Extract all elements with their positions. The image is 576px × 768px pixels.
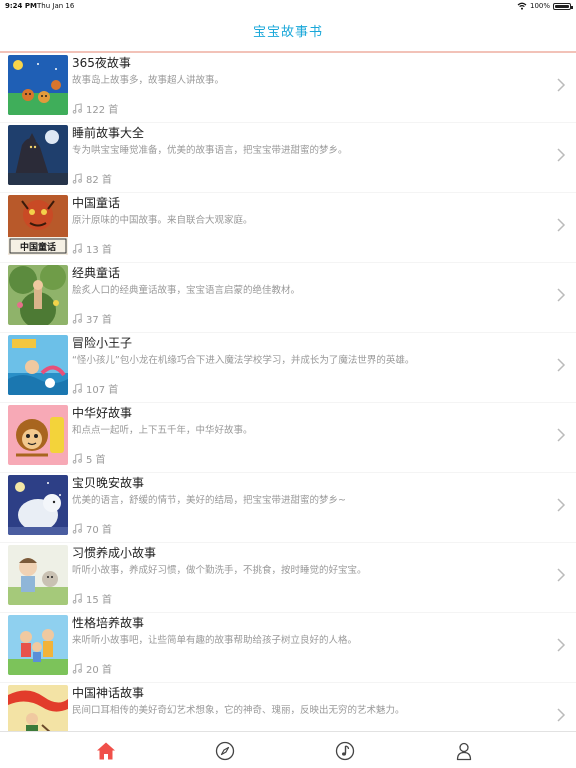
music-note-icon bbox=[72, 313, 82, 324]
music-note-icon bbox=[72, 173, 82, 184]
chevron-right-icon bbox=[557, 638, 566, 652]
book-title: 中国神话故事 bbox=[72, 686, 145, 700]
chevron-right-icon bbox=[557, 708, 566, 722]
music-note-icon bbox=[72, 383, 82, 394]
book-title: 宝贝晚安故事 bbox=[72, 476, 145, 490]
book-title: 性格培养故事 bbox=[72, 616, 145, 630]
music-note-icon bbox=[335, 741, 355, 761]
book-cover-image bbox=[8, 615, 68, 675]
book-title: 冒险小王子 bbox=[72, 336, 133, 350]
book-title: 习惯养成小故事 bbox=[72, 546, 157, 560]
chevron-right-icon bbox=[557, 568, 566, 582]
chevron-right-icon bbox=[557, 148, 566, 162]
book-row-myth[interactable]: 中国神话故事 民间口耳相传的美好奇幻艺术想象，它的神奇、瑰丽，反映出无穷的艺术魅… bbox=[0, 683, 576, 731]
track-count: 82 首 bbox=[72, 171, 112, 186]
wifi-icon bbox=[517, 2, 527, 10]
track-count: 122 首 bbox=[72, 101, 118, 116]
book-description: 和点点一起听，上下五千年，中华好故事。 bbox=[72, 425, 253, 436]
book-description: 专为哄宝宝睡觉准备，优美的故事语言，把宝宝带进甜蜜的梦乡。 bbox=[72, 145, 348, 156]
chevron-right-icon bbox=[557, 358, 566, 372]
music-note-icon bbox=[72, 243, 82, 254]
book-title: 经典童话 bbox=[72, 266, 121, 280]
nav-bar: 宝宝故事书 bbox=[0, 12, 576, 53]
book-cover-caption: 中国童话 bbox=[19, 243, 56, 253]
book-list[interactable]: 365夜故事 故事岛上故事多，故事超人讲故事。 122 首 睡前故事大全 专为哄… bbox=[0, 53, 576, 731]
chevron-right-icon bbox=[557, 428, 566, 442]
status-bar: 9:24 PM Thu Jan 16 100% bbox=[0, 0, 576, 12]
book-cover-image bbox=[8, 125, 68, 185]
tab-bar bbox=[0, 731, 576, 768]
book-cover-image bbox=[8, 55, 68, 115]
track-count-text: 82 首 bbox=[86, 175, 112, 186]
book-title: 中国童话 bbox=[72, 196, 121, 210]
music-note-icon bbox=[72, 593, 82, 604]
book-title: 睡前故事大全 bbox=[72, 126, 145, 140]
profile-icon bbox=[456, 742, 472, 761]
book-row-goodnight[interactable]: 宝贝晚安故事 优美的语言，舒缓的情节，美好的结局，把宝宝带进甜蜜的梦乡~ 70 … bbox=[0, 473, 576, 542]
status-date: Thu Jan 16 bbox=[37, 2, 75, 10]
track-count: 15 首 bbox=[72, 591, 112, 606]
book-row-habits[interactable]: 习惯养成小故事 听听小故事，养成好习惯，做个勤洗手，不挑食，按时睡觉的好宝宝。 … bbox=[0, 543, 576, 612]
music-note-icon bbox=[72, 663, 82, 674]
track-count: 5 首 bbox=[72, 451, 106, 466]
music-note-icon bbox=[72, 523, 82, 534]
book-cover-image bbox=[8, 685, 68, 731]
track-count: 13 首 bbox=[72, 241, 112, 256]
book-cover-image bbox=[8, 335, 68, 395]
track-count-text: 122 首 bbox=[86, 105, 119, 116]
book-row-bedtime[interactable]: 睡前故事大全 专为哄宝宝睡觉准备，优美的故事语言，把宝宝带进甜蜜的梦乡。 82 … bbox=[0, 123, 576, 192]
track-count: 70 首 bbox=[72, 521, 112, 536]
tab-profile[interactable] bbox=[453, 740, 475, 762]
book-row-little-prince[interactable]: 冒险小王子 “怪小孩儿”包小龙在机缘巧合下进入魔法学校学习，并成长为了魔法世界的… bbox=[0, 333, 576, 402]
home-icon bbox=[97, 742, 115, 760]
tab-music[interactable] bbox=[334, 740, 356, 762]
music-note-icon bbox=[72, 103, 82, 114]
book-description: 原汁原味的中国故事。来自联合大观家庭。 bbox=[72, 215, 253, 226]
track-count-text: 107 首 bbox=[86, 385, 119, 396]
track-count-text: 5 首 bbox=[86, 455, 106, 466]
book-description: “怪小孩儿”包小龙在机缘巧合下进入魔法学校学习，并成长为了魔法世界的英雄。 bbox=[72, 355, 415, 366]
music-note-icon bbox=[72, 453, 82, 464]
book-cover-image bbox=[8, 475, 68, 535]
track-count-text: 13 首 bbox=[86, 245, 112, 256]
battery-icon bbox=[553, 2, 573, 10]
book-description: 听听小故事，养成好习惯，做个勤洗手，不挑食，按时睡觉的好宝宝。 bbox=[72, 565, 367, 576]
track-count: 107 首 bbox=[72, 381, 118, 396]
status-time: 9:24 PM bbox=[5, 2, 37, 10]
chevron-right-icon bbox=[557, 218, 566, 232]
compass-icon bbox=[215, 741, 235, 761]
book-cover-image bbox=[8, 405, 68, 465]
chevron-right-icon bbox=[557, 78, 566, 92]
status-right: 100% bbox=[517, 0, 573, 12]
book-description: 故事岛上故事多，故事超人讲故事。 bbox=[72, 75, 225, 86]
book-row-china-good[interactable]: 中华好故事 和点点一起听，上下五千年，中华好故事。 5 首 bbox=[0, 403, 576, 472]
track-count-text: 37 首 bbox=[86, 315, 112, 326]
tab-home[interactable] bbox=[95, 740, 117, 762]
tab-discover[interactable] bbox=[214, 740, 236, 762]
track-count: 20 首 bbox=[72, 661, 112, 676]
chevron-right-icon bbox=[557, 288, 566, 302]
book-row-personality[interactable]: 性格培养故事 来听听小故事吧，让些简单有趣的故事帮助给孩子树立良好的人格。 20… bbox=[0, 613, 576, 682]
track-count-text: 70 首 bbox=[86, 525, 112, 536]
book-title: 中华好故事 bbox=[72, 406, 133, 420]
book-description: 来听听小故事吧，让些简单有趣的故事帮助给孩子树立良好的人格。 bbox=[72, 635, 358, 646]
book-cover-image bbox=[8, 545, 68, 605]
book-description: 优美的语言，舒缓的情节，美好的结局，把宝宝带进甜蜜的梦乡~ bbox=[72, 495, 346, 506]
track-count-text: 15 首 bbox=[86, 595, 112, 606]
book-row-classic-fairy[interactable]: 经典童话 脍炙人口的经典童话故事，宝宝语言启蒙的绝佳教材。 37 首 bbox=[0, 263, 576, 332]
book-row-365[interactable]: 365夜故事 故事岛上故事多，故事超人讲故事。 122 首 bbox=[0, 53, 576, 122]
battery-percent: 100% bbox=[529, 2, 550, 10]
page-title: 宝宝故事书 bbox=[252, 25, 323, 40]
book-cover-image: 中国童话 bbox=[8, 195, 68, 255]
book-title: 365夜故事 bbox=[72, 56, 131, 70]
book-cover-image bbox=[8, 265, 68, 325]
book-description: 民间口耳相传的美好奇幻艺术想象，它的神奇、瑰丽，反映出无穷的艺术魅力。 bbox=[72, 705, 405, 716]
chevron-right-icon bbox=[557, 498, 566, 512]
book-row-china-fairy[interactable]: 中国童话 中国童话 原汁原味的中国故事。来自联合大观家庭。 13 首 bbox=[0, 193, 576, 262]
track-count-text: 20 首 bbox=[86, 665, 112, 676]
book-description: 脍炙人口的经典童话故事，宝宝语言启蒙的绝佳教材。 bbox=[72, 285, 301, 296]
track-count: 37 首 bbox=[72, 311, 112, 326]
